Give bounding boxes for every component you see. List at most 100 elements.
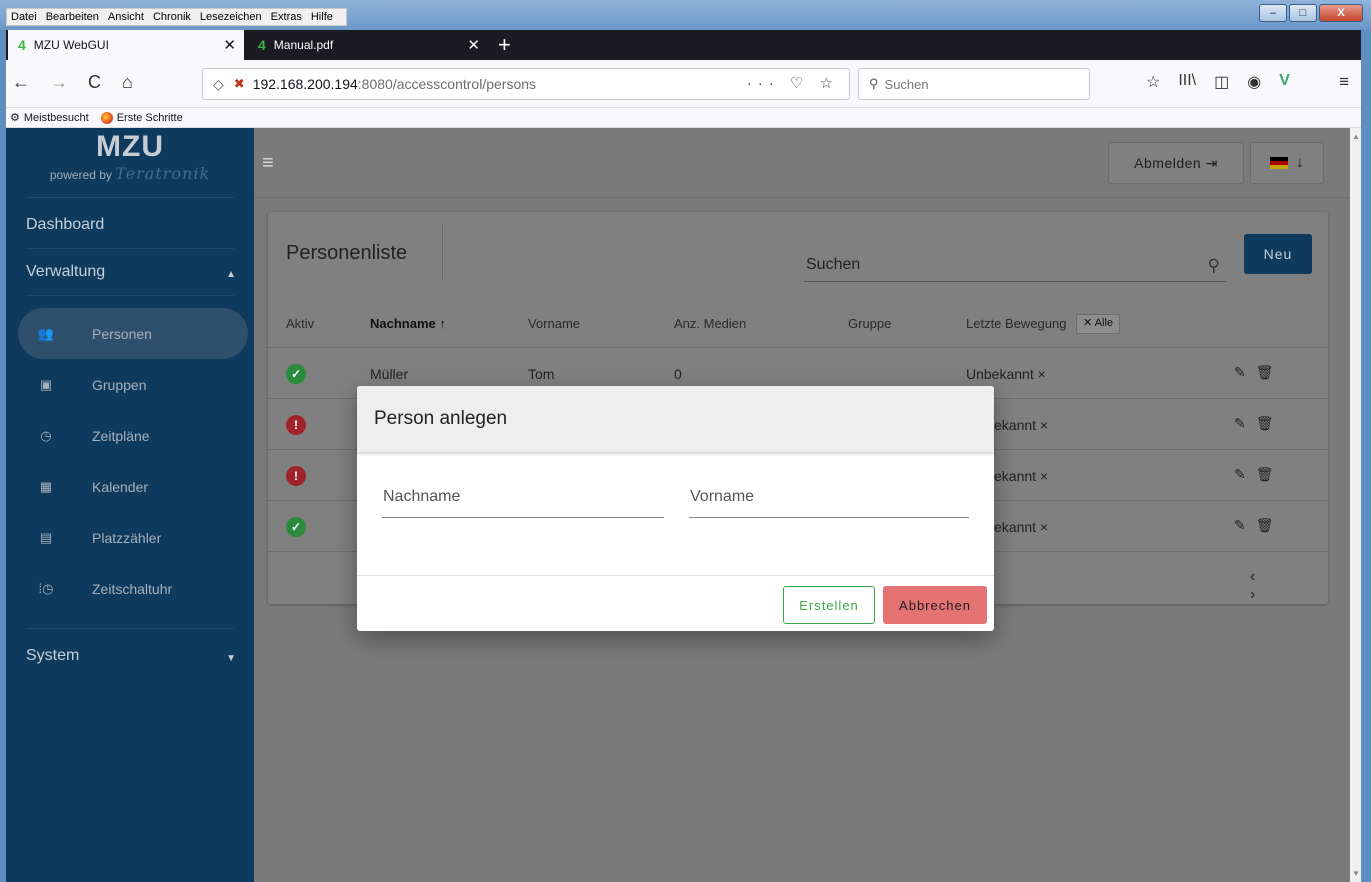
timer-icon: ⁞◷ bbox=[38, 580, 54, 596]
firstname-input[interactable] bbox=[690, 488, 969, 506]
row-edit-delete-icons[interactable]: ✎🗑 bbox=[1234, 415, 1284, 432]
back-arrow-icon[interactable]: ← bbox=[12, 72, 30, 93]
clock-icon: ◷ bbox=[40, 427, 52, 443]
app-header: ≡ Abmelden ⇥ ↓ bbox=[254, 128, 1350, 198]
cell-last-movement: ekannt × bbox=[994, 468, 1049, 484]
cell-lastname: Müller bbox=[370, 366, 409, 382]
status-active-icon: ✓ bbox=[286, 517, 306, 537]
logo-powered-by: powered by bbox=[49, 168, 112, 182]
window-close-button[interactable]: X bbox=[1319, 4, 1363, 22]
sidebar-section-system[interactable]: System ▼ bbox=[6, 629, 254, 665]
page-viewport: MZU powered by Teratronik Dashboard Verw… bbox=[6, 128, 1350, 882]
language-button[interactable]: ↓ bbox=[1250, 142, 1324, 184]
caret-up-icon: ▲ bbox=[226, 269, 236, 280]
sidebar-item-label: Zeitschaltuhr bbox=[92, 580, 173, 597]
lastname-input[interactable] bbox=[383, 488, 664, 506]
cell-firstname: Tom bbox=[528, 366, 555, 382]
column-firstname[interactable]: Vorname bbox=[528, 316, 580, 331]
column-media-count[interactable]: Anz. Medien bbox=[674, 316, 746, 331]
url-host: 192.168.200.194 bbox=[252, 76, 358, 92]
new-tab-icon[interactable]: + bbox=[498, 32, 511, 58]
reload-icon[interactable]: C bbox=[88, 72, 101, 93]
insecure-lock-icon[interactable]: ✖ bbox=[234, 76, 245, 92]
logo-brand: Teratronik bbox=[115, 164, 211, 183]
sidebar-icon[interactable]: ◫ bbox=[1214, 72, 1229, 92]
home-icon[interactable]: ⌂ bbox=[122, 72, 133, 93]
forward-arrow-icon[interactable]: → bbox=[50, 72, 68, 93]
lastname-field[interactable] bbox=[382, 484, 664, 518]
search-icon: ⚲ bbox=[869, 76, 879, 91]
logout-button[interactable]: Abmelden ⇥ bbox=[1108, 142, 1244, 184]
sidebar-item-dashboard[interactable]: Dashboard bbox=[6, 198, 254, 234]
browser-toolbar: ☆ III\ ◫ ◉ V bbox=[1146, 72, 1290, 92]
cell-last-movement: ekannt × bbox=[994, 417, 1049, 433]
scroll-down-icon[interactable]: ▼ bbox=[1352, 869, 1360, 878]
column-last-movement[interactable]: Letzte Bewegung bbox=[966, 316, 1066, 331]
tab-manual-pdf[interactable]: 4 Manual.pdf ✕ bbox=[248, 30, 488, 60]
status-active-icon: ✓ bbox=[286, 364, 306, 384]
menu-datei[interactable]: Datei bbox=[11, 11, 37, 23]
tab-mzu-webgui[interactable]: 4 MZU WebGUI ✕ bbox=[8, 30, 244, 60]
search-placeholder: Suchen bbox=[806, 256, 861, 273]
search-input[interactable]: Suchen ⚲ bbox=[804, 254, 1226, 282]
url-bar[interactable]: ◇ ✖ 192.168.200.194 :8080/accesscontrol/… bbox=[202, 68, 850, 100]
tab-title: Manual.pdf bbox=[273, 38, 334, 52]
column-active[interactable]: Aktiv bbox=[286, 316, 314, 331]
german-flag-icon bbox=[1270, 157, 1288, 169]
url-actions-icons[interactable]: ··· ♡ ☆ bbox=[747, 74, 839, 92]
create-button[interactable]: Erstellen bbox=[783, 586, 875, 624]
menu-lesezeichen[interactable]: Lesezeichen bbox=[200, 11, 262, 23]
minimize-button[interactable]: – bbox=[1259, 4, 1287, 22]
tab-favicon-icon: 4 bbox=[18, 37, 26, 53]
firstname-field[interactable] bbox=[689, 484, 969, 518]
account-icon[interactable]: ◉ bbox=[1247, 72, 1261, 92]
group-icon: ▣ bbox=[39, 376, 53, 392]
sidebar-items: 👥 Personen ▣ Gruppen ◷ Zeitpläne ▦ Kalen… bbox=[6, 308, 254, 614]
search-icon[interactable]: ⚲ bbox=[1208, 256, 1220, 276]
sidebar-item-platzzaehler[interactable]: ▤ Platzzähler bbox=[6, 512, 254, 563]
window-border-right bbox=[1361, 30, 1371, 882]
bookmark-meistbesucht[interactable]: ⚙ Meistbesucht bbox=[10, 111, 89, 125]
menu-chronik[interactable]: Chronik bbox=[153, 11, 191, 23]
sidebar-item-gruppen[interactable]: ▣ Gruppen bbox=[6, 359, 254, 410]
vue-devtools-icon[interactable]: V bbox=[1279, 72, 1290, 92]
sidebar-item-kalender[interactable]: ▦ Kalender bbox=[6, 461, 254, 512]
dialog-footer: Erstellen Abbrechen bbox=[357, 575, 994, 631]
pagination-arrows[interactable]: ‹ › bbox=[1250, 568, 1328, 604]
bookmark-star-icon[interactable]: ☆ bbox=[1146, 72, 1160, 92]
browser-search-placeholder: Suchen bbox=[884, 76, 929, 92]
menu-ansicht[interactable]: Ansicht bbox=[108, 11, 144, 23]
tab-strip: 4 MZU WebGUI ✕ 4 Manual.pdf ✕ + bbox=[6, 30, 1361, 60]
tracking-shield-icon[interactable]: ◇ bbox=[213, 76, 224, 93]
scroll-up-icon[interactable]: ▲ bbox=[1352, 132, 1360, 141]
bookmark-erste-schritte[interactable]: Erste Schritte bbox=[100, 111, 183, 124]
sidebar-item-zeitplaene[interactable]: ◷ Zeitpläne bbox=[6, 410, 254, 461]
menu-toggle-icon[interactable]: ≡ bbox=[262, 152, 274, 175]
caret-down-icon: ▼ bbox=[226, 653, 236, 664]
sidebar-item-personen[interactable]: 👥 Personen bbox=[18, 308, 248, 359]
sidebar-section-verwaltung[interactable]: Verwaltung ▲ bbox=[6, 249, 254, 281]
menu-extras[interactable]: Extras bbox=[271, 11, 302, 23]
maximize-button[interactable]: □ bbox=[1289, 4, 1317, 22]
sidebar-item-zeitschaltuhr[interactable]: ⁞◷ Zeitschaltuhr bbox=[6, 563, 254, 614]
status-warning-icon: ! bbox=[286, 466, 306, 486]
sidebar-item-label: Kalender bbox=[92, 478, 149, 495]
row-edit-delete-icons[interactable]: ✎🗑 bbox=[1234, 466, 1284, 483]
clear-filter-chip[interactable]: ✕ Alle bbox=[1076, 314, 1121, 334]
tab-close-icon[interactable]: ✕ bbox=[223, 36, 236, 54]
nav-bar: ← → C ⌂ ◇ ✖ 192.168.200.194 :8080/access… bbox=[6, 60, 1361, 108]
cancel-button[interactable]: Abbrechen bbox=[883, 586, 987, 624]
browser-search-bar[interactable]: ⚲ Suchen bbox=[858, 68, 1090, 100]
browser-menu-icon[interactable]: ≡ bbox=[1339, 72, 1349, 92]
menu-hilfe[interactable]: Hilfe bbox=[311, 11, 333, 23]
menu-bearbeiten[interactable]: Bearbeiten bbox=[46, 11, 99, 23]
create-person-dialog: Person anlegen Erstellen Abbrechen bbox=[357, 386, 994, 631]
tab-close-icon[interactable]: ✕ bbox=[467, 36, 480, 54]
row-edit-delete-icons[interactable]: ✎🗑 bbox=[1234, 364, 1284, 381]
library-icon[interactable]: III\ bbox=[1178, 72, 1196, 92]
page-scrollbar[interactable]: ▲ ▼ bbox=[1350, 128, 1361, 882]
column-lastname[interactable]: Nachname ↑ bbox=[370, 316, 446, 331]
new-person-button[interactable]: Neu bbox=[1244, 234, 1312, 274]
row-edit-delete-icons[interactable]: ✎🗑 bbox=[1234, 517, 1284, 534]
column-group[interactable]: Gruppe bbox=[848, 316, 891, 331]
